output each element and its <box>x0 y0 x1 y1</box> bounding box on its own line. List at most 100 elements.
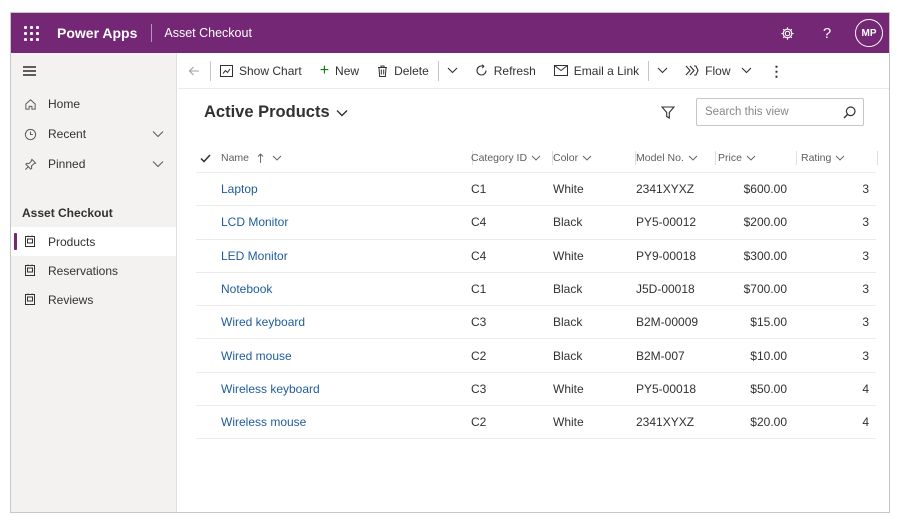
chevron-down-icon[interactable] <box>152 157 164 171</box>
entity-icon <box>22 235 38 248</box>
cell-price: $300.00 <box>743 248 787 263</box>
cell-rating: 3 <box>862 182 869 197</box>
cell-price: $200.00 <box>743 215 787 230</box>
plus-icon: + <box>319 61 330 79</box>
sidebar-item-reservations[interactable]: Reservations <box>11 256 176 285</box>
more-email-options-button[interactable] <box>649 53 676 88</box>
waffle-icon <box>23 25 39 41</box>
cell-rating: 3 <box>862 315 869 330</box>
cell-name[interactable]: LCD Monitor <box>221 206 288 238</box>
flow-button[interactable]: Flow <box>676 53 760 88</box>
chevron-down-icon <box>741 67 752 74</box>
entity-icon <box>22 264 38 277</box>
back-button[interactable] <box>178 66 210 76</box>
email-link-label: Email a Link <box>573 63 640 78</box>
chevron-down-icon <box>688 155 698 161</box>
cell-model: PY5-00018 <box>636 381 697 396</box>
email-link-button[interactable]: Email a Link <box>545 53 648 88</box>
view-selector[interactable]: Active Products <box>204 103 348 122</box>
cell-category: C4 <box>471 215 487 230</box>
command-bar: Show Chart + New Delete Refresh Email a <box>178 53 889 89</box>
arrow-left-icon <box>188 66 199 75</box>
delete-label: Delete <box>394 63 429 78</box>
cell-name[interactable]: Laptop <box>221 173 258 205</box>
cell-color: Black <box>553 215 583 230</box>
more-vertical-icon: ⋮ <box>769 62 784 79</box>
sidebar: Home Recent Pinned Asset Checkout Produc… <box>11 53 177 512</box>
sidebar-item-pinned[interactable]: Pinned <box>11 149 176 179</box>
cell-color: White <box>553 381 584 396</box>
cell-name[interactable]: Notebook <box>221 273 272 305</box>
cell-model: 2341XYXZ <box>636 415 695 430</box>
table-row[interactable]: Notebook C1 Black J5D-00018 $700.00 3 <box>196 273 876 307</box>
help-button[interactable]: ? <box>807 13 847 53</box>
cell-color: White <box>553 182 584 197</box>
cell-price: $700.00 <box>743 282 787 297</box>
pin-icon <box>22 156 38 172</box>
sidebar-item-label: Recent <box>48 127 87 141</box>
app-launcher-button[interactable] <box>11 13 51 53</box>
cell-name[interactable]: Wired mouse <box>221 339 292 371</box>
sidebar-item-home[interactable]: Home <box>11 89 176 119</box>
cell-name[interactable]: Wireless mouse <box>221 406 306 438</box>
column-header-category[interactable]: Category ID <box>471 143 553 173</box>
cell-name[interactable]: Wired keyboard <box>221 306 305 338</box>
app-title[interactable]: Asset Checkout <box>164 26 252 40</box>
cell-name[interactable]: LED Monitor <box>221 240 288 272</box>
home-icon <box>22 96 38 112</box>
table-row[interactable]: Wireless keyboard C3 White PY5-00018 $50… <box>196 373 876 407</box>
table-row[interactable]: Wireless mouse C2 White 2341XYXZ $20.00 … <box>196 406 876 440</box>
app-name[interactable]: Power Apps <box>57 25 137 41</box>
delete-button[interactable]: Delete <box>368 53 438 88</box>
column-label: Color <box>553 152 579 164</box>
table-row[interactable]: Laptop C1 White 2341XYXZ $600.00 3 <box>196 173 876 207</box>
filter-icon <box>660 106 676 119</box>
column-header-rating[interactable]: Rating <box>801 143 878 173</box>
more-commands-button[interactable]: ⋮ <box>761 53 793 88</box>
avatar[interactable]: MP <box>855 19 883 47</box>
table-row[interactable]: Wired keyboard C3 Black B2M-00009 $15.00… <box>196 306 876 340</box>
cell-price: $20.00 <box>750 415 787 430</box>
column-header-color[interactable]: Color <box>553 143 636 173</box>
table-row[interactable]: LED Monitor C4 White PY9-00018 $300.00 3 <box>196 240 876 273</box>
chevron-down-icon <box>336 109 348 117</box>
cell-model: B2M-007 <box>636 348 685 363</box>
refresh-icon <box>475 64 488 77</box>
chart-icon <box>220 64 233 77</box>
search-button[interactable] <box>835 105 863 119</box>
cell-category: C1 <box>471 182 487 197</box>
cell-color: Black <box>553 315 583 330</box>
show-chart-button[interactable]: Show Chart <box>211 53 311 88</box>
select-all-checkbox[interactable] <box>200 143 218 173</box>
cell-category: C1 <box>471 282 487 297</box>
settings-button[interactable] <box>767 13 807 53</box>
cell-price: $10.00 <box>750 348 787 363</box>
search-icon <box>843 105 856 118</box>
cell-price: $600.00 <box>743 182 787 197</box>
column-header-model[interactable]: Model No. <box>636 143 716 173</box>
table-row[interactable]: LCD Monitor C4 Black PY5-00012 $200.00 3 <box>196 206 876 240</box>
cell-name[interactable]: Wireless keyboard <box>221 373 320 405</box>
grid-body: Laptop C1 White 2341XYXZ $600.00 3 LCD M… <box>196 173 876 440</box>
flow-label: Flow <box>705 63 731 78</box>
cell-category: C4 <box>471 248 487 263</box>
search-input[interactable] <box>697 99 835 125</box>
collapse-nav-button[interactable] <box>11 53 176 89</box>
divider <box>151 24 153 42</box>
chevron-down-icon[interactable] <box>152 127 164 141</box>
refresh-button[interactable]: Refresh <box>466 53 545 88</box>
sidebar-item-reviews[interactable]: Reviews <box>11 285 176 314</box>
cell-color: White <box>553 415 584 430</box>
column-label: Rating <box>801 152 832 164</box>
sidebar-item-products[interactable]: Products <box>11 227 176 256</box>
cell-model: B2M-00009 <box>636 315 699 330</box>
more-delete-options-button[interactable] <box>439 53 466 88</box>
cell-model: 2341XYXZ <box>636 182 695 197</box>
sidebar-item-recent[interactable]: Recent <box>11 119 176 149</box>
column-label: Name <box>221 152 250 164</box>
filter-button[interactable] <box>660 106 676 124</box>
column-header-price[interactable]: Price <box>718 143 797 173</box>
column-header-name[interactable]: Name <box>221 143 473 173</box>
new-button[interactable]: + New <box>311 53 368 88</box>
table-row[interactable]: Wired mouse C2 Black B2M-007 $10.00 3 <box>196 339 876 373</box>
